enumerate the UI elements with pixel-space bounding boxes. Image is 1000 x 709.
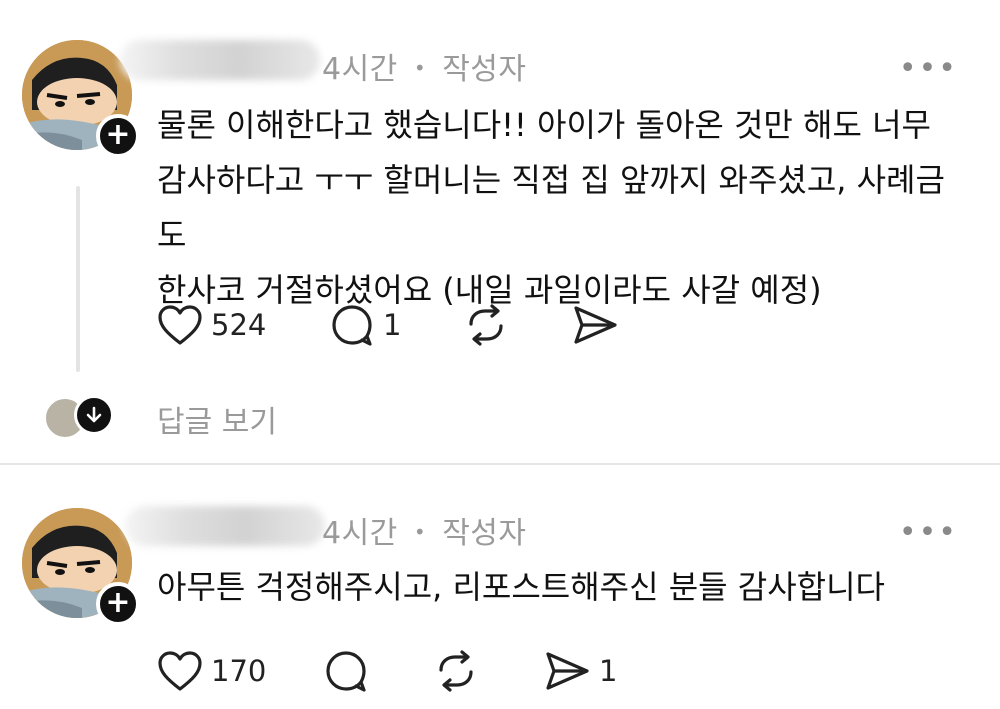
share-count: 1: [599, 654, 618, 688]
thread-line: [76, 186, 80, 372]
like-button[interactable]: 524: [157, 300, 266, 350]
timestamp: 4시간: [322, 516, 398, 551]
view-replies-link[interactable]: 답글 보기: [157, 397, 277, 441]
comment-item: + 4시간 • 작성자 ••• 아무튼 걱정해주시고, 리포스트해주신 분들 감…: [0, 466, 1000, 709]
reply-bubble-icon: [332, 305, 372, 346]
comment-meta: 4시간 • 작성자: [322, 44, 527, 88]
comment-text: 물론 이해한다고 했습니다!! 아이가 돌아온 것만 해도 너무 감사하다고 ㅜ…: [157, 98, 957, 318]
reply-button[interactable]: 1: [329, 300, 401, 350]
reply-bubble-icon: [326, 651, 366, 692]
comment-meta: 4시간 • 작성자: [322, 508, 527, 552]
like-button[interactable]: 170: [157, 646, 266, 696]
comment-text: 아무튼 걱정해주시고, 리포스트해주신 분들 감사합니다: [157, 560, 957, 615]
heart-icon: [158, 651, 202, 691]
like-count: 170: [211, 654, 267, 688]
comment-line: 아무튼 걱정해주시고, 리포스트해주신 분들 감사합니다: [157, 568, 885, 606]
heart-icon: [158, 305, 202, 345]
author-tag: 작성자: [442, 52, 527, 87]
author-tag: 작성자: [442, 516, 527, 551]
share-button[interactable]: [571, 300, 619, 350]
share-button[interactable]: 1: [543, 646, 617, 696]
send-icon: [574, 306, 617, 344]
comment-line: 한사코 거절하셨어요 (내일 과일이라도 사갈 예정): [157, 271, 822, 309]
repost-icon: [439, 650, 473, 692]
comment-line: 물론 이해한다고 했습니다!! 아이가 돌아온 것만 해도 너무: [157, 106, 931, 144]
comment-item: + 4시간 • 작성자 ••• 물론 이해한다고 했습니다!! 아이가 돌아온 …: [0, 0, 1000, 464]
meta-separator: •: [413, 56, 427, 80]
username-blurred[interactable]: [120, 40, 320, 80]
repost-button[interactable]: [433, 646, 479, 696]
repost-icon: [469, 304, 503, 346]
follow-plus-icon[interactable]: +: [96, 582, 140, 626]
more-options-icon[interactable]: •••: [899, 54, 958, 84]
divider: [0, 463, 1000, 465]
reply-button[interactable]: [323, 646, 369, 696]
reply-count: 1: [383, 308, 402, 342]
send-icon: [546, 652, 589, 690]
more-options-icon[interactable]: •••: [899, 518, 958, 548]
like-count: 524: [211, 308, 267, 342]
comment-line: 감사하다고 ㅜㅜ 할머니는 직접 집 앞까지 와주셨고, 사례금도: [157, 161, 945, 254]
meta-separator: •: [413, 520, 427, 544]
expand-replies[interactable]: [74, 395, 114, 435]
arrow-down-icon: [86, 406, 102, 423]
follow-plus-icon[interactable]: +: [96, 114, 140, 158]
username-blurred[interactable]: [125, 506, 325, 546]
repost-button[interactable]: [463, 300, 509, 350]
timestamp: 4시간: [322, 52, 398, 87]
